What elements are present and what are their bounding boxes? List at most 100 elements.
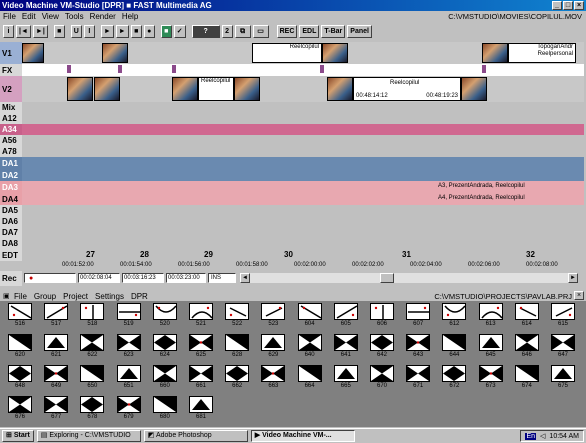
effect-681[interactable]: 681 <box>187 396 215 420</box>
effect-516[interactable]: 516 <box>6 303 34 327</box>
record-button[interactable]: ● <box>143 25 155 38</box>
effect-643[interactable]: 643 <box>404 334 432 358</box>
go-end-button[interactable]: ►| <box>32 25 48 38</box>
effect-522[interactable]: 522 <box>223 303 251 327</box>
stop-button[interactable]: ■ <box>130 25 142 38</box>
fx-marker[interactable] <box>320 65 324 73</box>
da2-audio-clip[interactable] <box>22 169 584 181</box>
preview-button[interactable]: ▭ <box>252 25 269 38</box>
clip-thumbnail[interactable] <box>461 77 487 101</box>
proj-menu-group[interactable]: Group <box>34 292 56 301</box>
effect-663[interactable]: 663 <box>259 365 287 389</box>
fx-marker[interactable] <box>482 65 486 73</box>
effect-660[interactable]: 660 <box>151 365 179 389</box>
rec-position-bar[interactable]: ● <box>24 273 76 283</box>
clip-thumbnail[interactable] <box>234 77 260 101</box>
counter-button[interactable]: 2 <box>221 25 233 38</box>
effect-676[interactable]: 676 <box>6 396 34 420</box>
menu-tools[interactable]: Tools <box>65 12 84 21</box>
minimize-button[interactable]: _ <box>552 1 562 10</box>
menu-render[interactable]: Render <box>90 12 116 21</box>
start-button[interactable]: ⊞ Start <box>2 430 34 442</box>
da3-audio-clip[interactable]: A3, PrezentAndrada, Reelcopilul <box>22 181 584 193</box>
fx-marker[interactable] <box>67 65 71 73</box>
menu-help[interactable]: Help <box>122 12 138 21</box>
mark-i-button[interactable]: I <box>83 25 95 38</box>
effect-679[interactable]: 679 <box>115 396 143 420</box>
language-indicator[interactable]: En <box>525 432 537 440</box>
v2-clip-reelcopilul[interactable]: Reelcopilul <box>198 77 234 101</box>
effect-650[interactable]: 650 <box>78 365 106 389</box>
proj-menu-file[interactable]: File <box>14 292 27 301</box>
trim-button[interactable]: ⧉ <box>234 25 251 38</box>
effect-649[interactable]: 649 <box>42 365 70 389</box>
effect-628[interactable]: 628 <box>223 334 251 358</box>
scroll-left-button[interactable]: ◄ <box>240 273 250 283</box>
effect-612[interactable]: 612 <box>440 303 468 327</box>
effect-644[interactable]: 644 <box>440 334 468 358</box>
mark-u-button[interactable]: U <box>70 25 82 38</box>
clock[interactable]: 10:54 AM <box>549 433 579 440</box>
clip-thumbnail[interactable] <box>22 43 44 63</box>
rec-duration[interactable]: 00:03:23:00 <box>166 273 206 283</box>
effect-606[interactable]: 606 <box>368 303 396 327</box>
effect-661[interactable]: 661 <box>187 365 215 389</box>
effect-671[interactable]: 671 <box>404 365 432 389</box>
effect-670[interactable]: 670 <box>368 365 396 389</box>
timeline-scrollbar[interactable]: ◄ ► <box>240 273 578 283</box>
effect-620[interactable]: 620 <box>6 334 34 358</box>
effect-623[interactable]: 623 <box>115 334 143 358</box>
check-button[interactable]: ✓ <box>173 25 186 38</box>
proj-menu-project[interactable]: Project <box>63 292 88 301</box>
projects-close-button[interactable]: × <box>574 291 584 300</box>
stop-square-button[interactable]: ■ <box>53 25 65 38</box>
effect-678[interactable]: 678 <box>78 396 106 420</box>
effect-664[interactable]: 664 <box>296 365 324 389</box>
timecode-ruler[interactable]: 00:01:52:00 00:01:54:00 00:01:56:00 00:0… <box>22 261 584 271</box>
proj-menu-dpr[interactable]: DPR <box>131 292 148 301</box>
panel-button[interactable]: Panel <box>347 25 372 38</box>
effect-665[interactable]: 665 <box>332 365 360 389</box>
effect-625[interactable]: 625 <box>187 334 215 358</box>
effect-662[interactable]: 662 <box>223 365 251 389</box>
clip-thumbnail[interactable] <box>172 77 198 101</box>
effect-519[interactable]: 519 <box>115 303 143 327</box>
da1-audio-clip[interactable] <box>22 157 584 169</box>
effect-624[interactable]: 624 <box>151 334 179 358</box>
effect-621[interactable]: 621 <box>42 334 70 358</box>
v2-clip-reelcopilul-2[interactable]: Reelcopilul 00:48:14:12 00:48:19:23 <box>353 77 461 101</box>
clip-thumbnail[interactable] <box>482 43 508 63</box>
effect-614[interactable]: 614 <box>513 303 541 327</box>
menu-view[interactable]: View <box>42 12 59 21</box>
edl-button[interactable]: EDL <box>299 25 320 38</box>
rec-in-timecode[interactable]: 00:02:08:04 <box>78 273 120 283</box>
effect-622[interactable]: 622 <box>78 334 106 358</box>
menu-edit[interactable]: Edit <box>22 12 36 21</box>
rec-button[interactable]: REC <box>276 25 298 38</box>
effect-607[interactable]: 607 <box>404 303 432 327</box>
effect-518[interactable]: 518 <box>78 303 106 327</box>
effect-523[interactable]: 523 <box>259 303 287 327</box>
edit-ruler[interactable]: 27 28 29 30 31 32 <box>22 249 584 261</box>
effect-647[interactable]: 647 <box>549 334 577 358</box>
effect-677[interactable]: 677 <box>42 396 70 420</box>
da4-audio-clip[interactable]: A4, PrezentAndrada, Reelcopilul <box>22 193 584 205</box>
task-exploring[interactable]: ▤ Exploring - C:\VMSTUDIO <box>36 430 141 442</box>
effect-646[interactable]: 646 <box>513 334 541 358</box>
play-button[interactable]: ► <box>100 25 114 38</box>
clip-thumbnail[interactable] <box>322 43 348 63</box>
play-forward-button[interactable]: ► <box>115 25 129 38</box>
t-bar-button[interactable]: T-Bar <box>321 25 346 38</box>
info-button[interactable]: i <box>3 25 14 38</box>
menu-file[interactable]: File <box>3 12 16 21</box>
v1-clip-topogan[interactable]: TopoganAndr Reelpersonal <box>508 43 576 63</box>
a34-audio-clip[interactable] <box>22 124 584 135</box>
task-photoshop[interactable]: ◩ Adobe Photoshop <box>143 430 248 442</box>
effect-675[interactable]: 675 <box>549 365 577 389</box>
go-start-button[interactable]: |◄ <box>16 25 31 38</box>
effect-521[interactable]: 521 <box>187 303 215 327</box>
rec-mode[interactable]: INS <box>208 273 236 283</box>
effect-645[interactable]: 645 <box>477 334 505 358</box>
clip-thumbnail[interactable] <box>327 77 353 101</box>
proj-menu-settings[interactable]: Settings <box>95 292 124 301</box>
